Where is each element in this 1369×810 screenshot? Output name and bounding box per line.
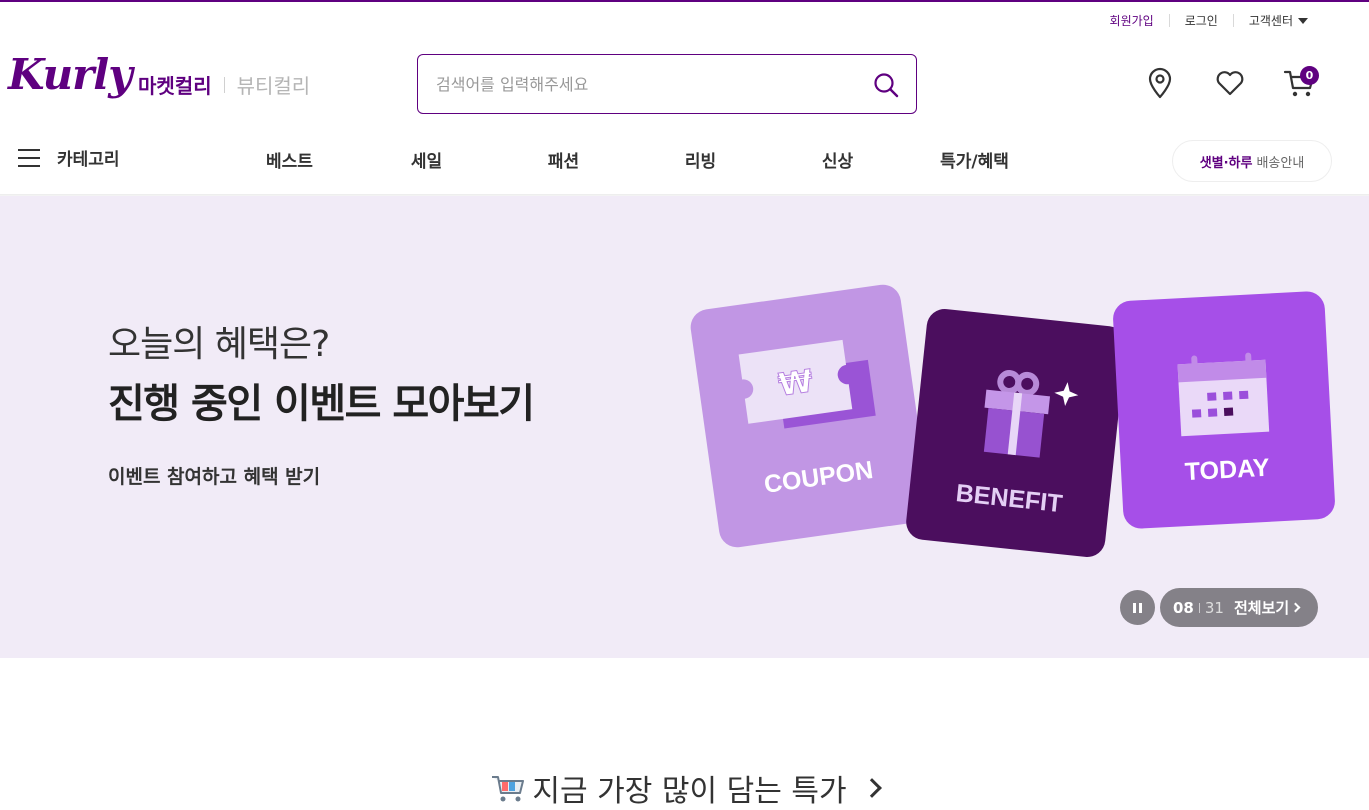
today-card: TODAY bbox=[1112, 290, 1336, 530]
divider bbox=[1198, 602, 1200, 613]
menu-fashion[interactable]: 패션 bbox=[495, 147, 632, 172]
divider bbox=[223, 76, 225, 93]
banner-title: 진행 중인 이벤트 모아보기 bbox=[108, 381, 535, 427]
hamburger-icon bbox=[18, 148, 40, 167]
gift-box-icon bbox=[983, 370, 1079, 458]
section-title: 지금 가장 많이 담는 특가 bbox=[532, 774, 847, 809]
svg-text:₩: ₩ bbox=[776, 363, 815, 403]
pause-icon bbox=[1133, 602, 1136, 613]
category-button[interactable]: 카테고리 bbox=[18, 145, 120, 170]
signup-link[interactable]: 회원가입 bbox=[1095, 12, 1169, 29]
benefit-card: BENEFIT bbox=[904, 307, 1128, 559]
tab-market-kurly[interactable]: 마켓컬리 bbox=[138, 70, 212, 99]
pause-button[interactable] bbox=[1120, 590, 1155, 625]
view-all-label: 전체보기 bbox=[1233, 599, 1290, 617]
coupon-card-label: COUPON bbox=[762, 455, 875, 499]
main-menu: 베스트 세일 패션 리빙 신상 특가/혜택 bbox=[221, 147, 1043, 172]
benefit-card-label: BENEFIT bbox=[954, 479, 1064, 519]
global-nav: 카테고리 베스트 세일 패션 리빙 신상 특가/혜택 샛별·하루 배송안내 bbox=[0, 128, 1369, 194]
today-card-label: TODAY bbox=[1184, 453, 1271, 487]
customer-center-link[interactable]: 고객센터 bbox=[1234, 12, 1323, 29]
delivery-highlight: 샛별·하루 bbox=[1199, 155, 1253, 171]
chevron-right-icon bbox=[861, 778, 882, 798]
view-all-events-button[interactable]: 08 31 전체보기 bbox=[1160, 588, 1318, 627]
banner-description: 이벤트 참여하고 혜택 받기 bbox=[108, 466, 321, 488]
delivery-label: 배송안내 bbox=[1256, 155, 1305, 171]
coupon-card: ₩ COUPON bbox=[688, 282, 932, 550]
menu-sale[interactable]: 세일 bbox=[358, 147, 495, 172]
search-box bbox=[417, 54, 917, 114]
coupon-ticket-icon: ₩ bbox=[738, 339, 876, 429]
customer-center-label: 고객센터 bbox=[1248, 14, 1293, 28]
search-input[interactable] bbox=[436, 74, 856, 94]
menu-best[interactable]: 베스트 bbox=[221, 147, 358, 172]
menu-new[interactable]: 신상 bbox=[769, 147, 906, 172]
menu-living[interactable]: 리빙 bbox=[632, 147, 769, 172]
calendar-icon bbox=[1177, 352, 1270, 437]
location-pin-icon[interactable] bbox=[1143, 66, 1177, 100]
section-header[interactable]: 지금 가장 많이 담는 특가 bbox=[0, 766, 1369, 810]
delivery-info-button[interactable]: 샛별·하루 배송안내 bbox=[1172, 140, 1332, 182]
menu-special-benefits[interactable]: 특가/혜택 bbox=[906, 147, 1043, 172]
kurly-logo[interactable]: Kurly bbox=[8, 50, 133, 99]
login-link[interactable]: 로그인 bbox=[1170, 12, 1233, 29]
brand-tabs: 마켓컬리 뷰티컬리 bbox=[138, 70, 310, 99]
utility-menu: 회원가입 로그인 고객센터 bbox=[1095, 12, 1323, 29]
slide-current: 08 bbox=[1173, 598, 1194, 617]
shopping-cart-emoji-icon bbox=[492, 776, 525, 802]
category-label: 카테고리 bbox=[57, 150, 120, 170]
caret-down-icon bbox=[1298, 17, 1308, 24]
slide-total: 31 bbox=[1204, 598, 1224, 617]
banner-subtitle: 오늘의 혜택은? bbox=[108, 324, 330, 365]
search-icon[interactable] bbox=[872, 71, 900, 99]
cart-count-badge: 0 bbox=[1300, 66, 1319, 85]
event-banner[interactable]: 오늘의 혜택은? 진행 중인 이벤트 모아보기 이벤트 참여하고 혜택 받기 ₩… bbox=[0, 196, 1369, 658]
top-accent-line bbox=[0, 0, 1369, 2]
heart-icon[interactable] bbox=[1213, 66, 1247, 100]
tab-beauty-kurly[interactable]: 뷰티컬리 bbox=[237, 70, 311, 99]
chevron-right-icon bbox=[1290, 602, 1301, 613]
